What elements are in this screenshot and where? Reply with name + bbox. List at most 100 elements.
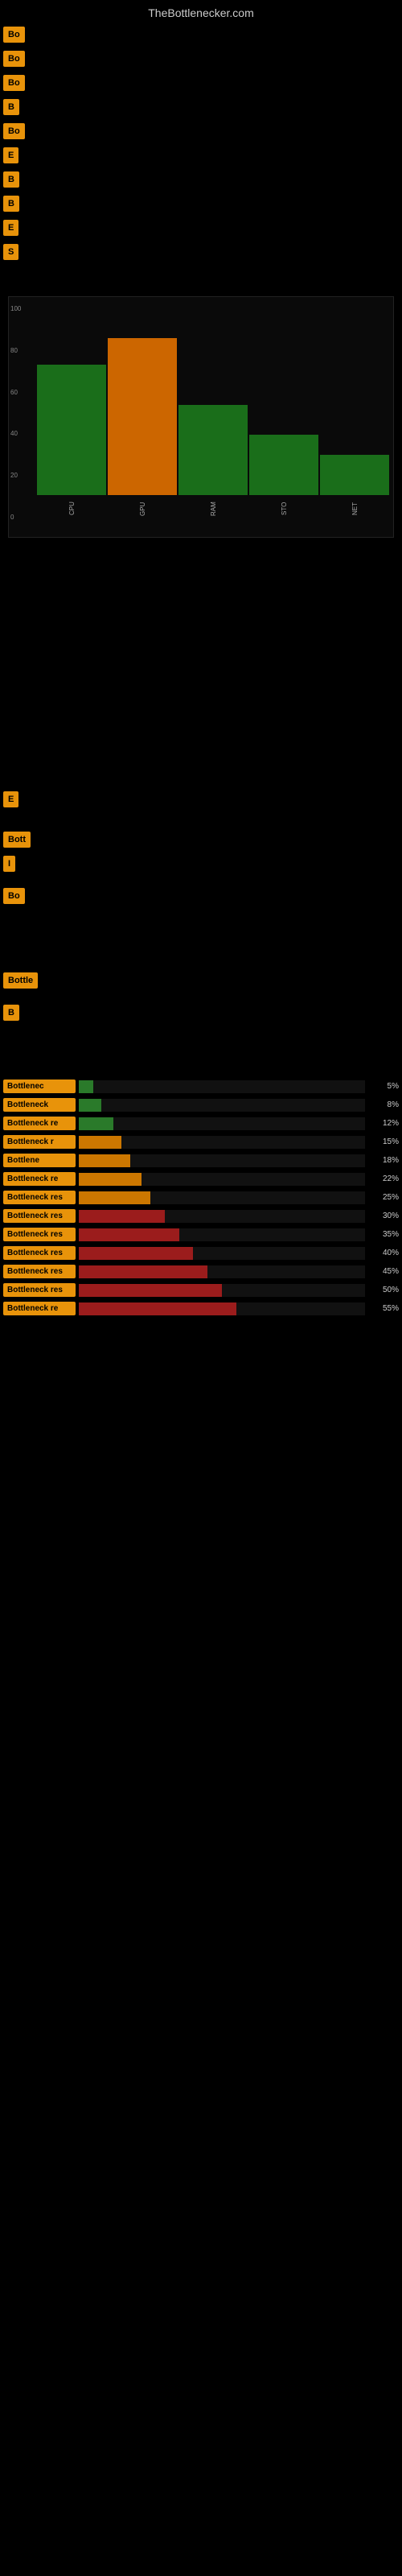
pct-bar-11 (79, 1265, 365, 1278)
chart-label-cpu: CPU (68, 497, 76, 521)
row-e-mid: E (0, 787, 402, 811)
pct-bar-4 (79, 1136, 365, 1149)
pct-fill-11 (79, 1265, 207, 1278)
pct-text-10: 40% (368, 1249, 399, 1257)
page-wrapper: TheBottlenecker.com Bo Bo Bo B Bo E B B … (0, 0, 402, 1406)
row-8: B (0, 192, 402, 216)
pct-text-4: 15% (368, 1137, 399, 1146)
row-4: B (0, 95, 402, 119)
row-6: E (0, 143, 402, 167)
bottleneck-row-11: Bottleneck res 45% (0, 1262, 402, 1281)
btn-bott[interactable]: Bott (3, 832, 31, 848)
bottleneck-label-6[interactable]: Bottleneck re (3, 1172, 76, 1186)
chart-bar-cpu (37, 365, 106, 496)
pct-fill-10 (79, 1247, 193, 1260)
btn-e-mid[interactable]: E (3, 791, 18, 807)
btn-bo-4[interactable]: Bo (3, 123, 25, 139)
btn-e-2[interactable]: E (3, 220, 18, 236)
pct-fill-6 (79, 1173, 142, 1186)
bottleneck-label-9[interactable]: Bottleneck res (3, 1228, 76, 1241)
pct-bar-7 (79, 1191, 365, 1204)
chart-bar-inner-sto (249, 294, 318, 495)
chart-bar-inner-net (320, 294, 389, 495)
bottleneck-row-2: Bottleneck 8% (0, 1096, 402, 1114)
bottleneck-row-9: Bottleneck res 35% (0, 1225, 402, 1244)
pct-bar-13 (79, 1302, 365, 1315)
y-label-80: 80 (10, 347, 21, 354)
pct-text-2: 8% (368, 1100, 399, 1109)
row-2: Bo (0, 47, 402, 71)
pct-text-13: 55% (368, 1304, 399, 1313)
pct-bar-1 (79, 1080, 365, 1093)
btn-s-1[interactable]: S (3, 244, 18, 260)
middle-section: E Bott I Bo (0, 787, 402, 948)
bottleneck-row-7: Bottleneck res 25% (0, 1188, 402, 1207)
pct-text-12: 50% (368, 1286, 399, 1294)
bottleneck-row-8: Bottleneck res 30% (0, 1207, 402, 1225)
bottleneck-row-4: Bottleneck r 15% (0, 1133, 402, 1151)
bottleneck-label-13[interactable]: Bottleneck re (3, 1302, 76, 1315)
bottleneck-label-4[interactable]: Bottleneck r (3, 1135, 76, 1149)
bottleneck-label-3[interactable]: Bottleneck re (3, 1117, 76, 1130)
chart-group-sto: STO (249, 294, 318, 521)
row-10: S (0, 240, 402, 264)
bottleneck-row-1: Bottlenec 5% (0, 1077, 402, 1096)
bottleneck-row-13: Bottleneck re 55% (0, 1299, 402, 1318)
bar-chart: 100 80 60 40 20 0 CPU GPU (8, 296, 394, 538)
row-bottle: Bottle (0, 968, 402, 993)
pct-bar-10 (79, 1247, 365, 1260)
chart-bar-ram (178, 405, 248, 496)
bottleneck-row-12: Bottleneck res 50% (0, 1281, 402, 1299)
bottleneck-row-5: Bottlene 18% (0, 1151, 402, 1170)
chart-group-cpu: CPU (37, 294, 106, 521)
pct-fill-7 (79, 1191, 150, 1204)
bottleneck-label-10[interactable]: Bottleneck res (3, 1246, 76, 1260)
y-label-20: 20 (10, 472, 21, 479)
chart-bar-net (320, 455, 389, 495)
btn-b-bot[interactable]: B (3, 1005, 19, 1021)
pct-fill-8 (79, 1210, 165, 1223)
pct-bar-3 (79, 1117, 365, 1130)
pct-bar-2 (79, 1099, 365, 1112)
btn-bo-3[interactable]: Bo (3, 75, 25, 91)
bottleneck-label-12[interactable]: Bottleneck res (3, 1283, 76, 1297)
pct-fill-3 (79, 1117, 113, 1130)
pct-text-7: 25% (368, 1193, 399, 1202)
pct-fill-5 (79, 1154, 130, 1167)
y-label-0: 0 (10, 514, 21, 521)
btn-e-1[interactable]: E (3, 147, 18, 163)
pct-bar-5 (79, 1154, 365, 1167)
btn-i-mid[interactable]: I (3, 856, 15, 872)
pct-fill-12 (79, 1284, 222, 1297)
btn-bo-mid[interactable]: Bo (3, 888, 25, 904)
chart-label-ram: RAM (210, 497, 217, 521)
chart-group-gpu: GPU (108, 294, 177, 521)
y-label-40: 40 (10, 430, 21, 437)
btn-b-2[interactable]: B (3, 171, 19, 188)
y-label-60: 60 (10, 389, 21, 396)
btn-bo-1[interactable]: Bo (3, 27, 25, 43)
bottleneck-label-11[interactable]: Bottleneck res (3, 1265, 76, 1278)
pct-fill-13 (79, 1302, 236, 1315)
bottleneck-label-5[interactable]: Bottlene (3, 1154, 76, 1167)
row-b-bot: B (0, 1001, 402, 1025)
bottleneck-label-1[interactable]: Bottlenec (3, 1080, 76, 1093)
site-title: TheBottlenecker.com (0, 0, 402, 23)
bottleneck-label-2[interactable]: Bottleneck (3, 1098, 76, 1112)
pct-text-5: 18% (368, 1156, 399, 1165)
btn-b-1[interactable]: B (3, 99, 19, 115)
btn-b-3[interactable]: B (3, 196, 19, 212)
btn-bottle[interactable]: Bottle (3, 972, 38, 989)
bottleneck-label-8[interactable]: Bottleneck res (3, 1209, 76, 1223)
chart-label-net: NET (351, 497, 359, 521)
chart-bar-inner-gpu (108, 294, 177, 495)
btn-bo-2[interactable]: Bo (3, 51, 25, 67)
chart-bar-gpu (108, 338, 177, 495)
pct-fill-1 (79, 1080, 93, 1093)
bottleneck-row-3: Bottleneck re 12% (0, 1114, 402, 1133)
bottleneck-label-7[interactable]: Bottleneck res (3, 1191, 76, 1204)
bottom-padding (0, 1326, 402, 1406)
chart-bar-inner-ram (178, 294, 248, 495)
pct-text-8: 30% (368, 1212, 399, 1220)
row-5: Bo (0, 119, 402, 143)
